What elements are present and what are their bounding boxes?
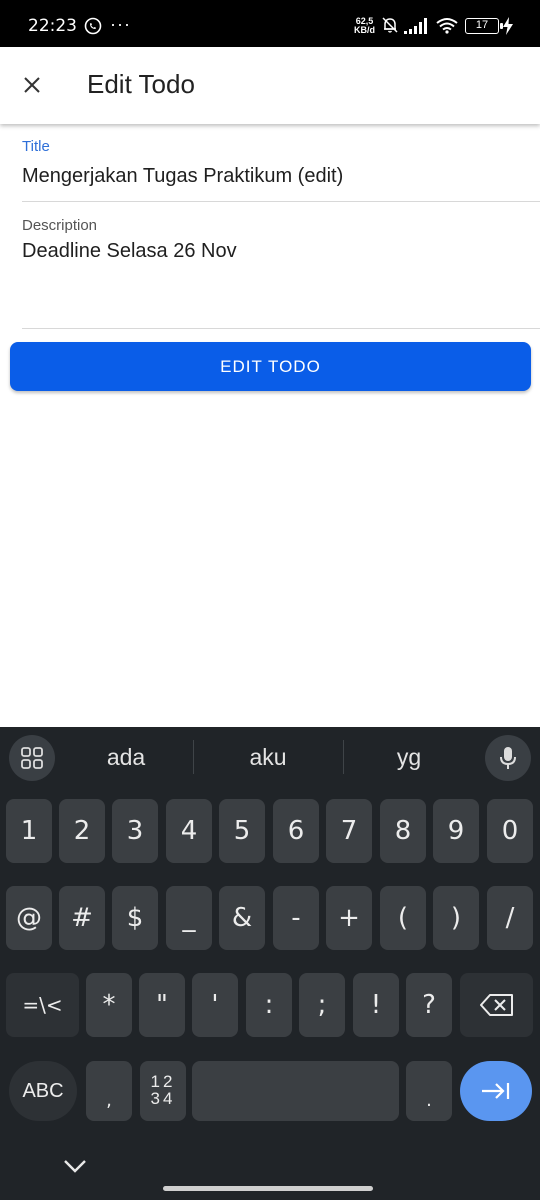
gesture-handle[interactable] [163,1186,373,1191]
signal-icon [404,18,427,34]
key-semicolon[interactable]: ; [299,973,345,1037]
suggestion-divider [343,740,344,774]
key-period[interactable]: . [406,1061,452,1121]
suggestion-item[interactable]: aku [208,744,328,771]
description-input[interactable]: Deadline Selasa 26 Nov [22,240,237,263]
chevron-down-icon[interactable] [62,1157,88,1175]
soft-keyboard: ada aku yg 1 2 3 4 5 6 7 8 9 0 @ # $ _ &… [0,727,540,1200]
key-underscore[interactable]: _ [166,886,212,950]
key-5[interactable]: 5 [219,799,265,863]
bell-off-icon [382,17,398,33]
grid-icon [21,747,43,769]
whatsapp-icon [84,17,102,35]
status-more: ··· [110,14,131,34]
space-key[interactable] [192,1061,399,1121]
page-title: Edit Todo [87,69,195,99]
tab-next-icon [482,1083,510,1099]
battery-level: 17 [475,19,489,31]
suggestion-item[interactable]: yg [349,744,469,771]
status-bar: 22:23 ··· 62,5 KB/d 17 [0,0,540,47]
net-speed: 62,5 KB/d [354,17,375,35]
keyboard-menu-button[interactable] [9,735,55,781]
backspace-key[interactable] [460,973,533,1037]
description-field[interactable]: Description Deadline Selasa 26 Nov [22,202,540,329]
key-6[interactable]: 6 [273,799,319,863]
numpad-top-label: 12 [150,1072,176,1091]
status-time: 22:23 [28,16,77,36]
key-colon[interactable]: : [246,973,292,1037]
suggestion-item[interactable]: ada [66,744,186,771]
key-1[interactable]: 1 [6,799,52,863]
key-9[interactable]: 9 [433,799,479,863]
key-dollar[interactable]: $ [112,886,158,950]
key-double-quote[interactable]: " [139,973,185,1037]
close-icon [24,77,40,93]
key-minus[interactable]: - [273,886,319,950]
voice-input-button[interactable] [485,735,531,781]
key-7[interactable]: 7 [326,799,372,863]
battery-icon: 17 [465,18,503,34]
key-close-paren[interactable]: ) [433,886,479,950]
key-plus[interactable]: + [326,886,372,950]
key-exclamation[interactable]: ! [353,973,399,1037]
next-key[interactable] [460,1061,532,1121]
key-open-paren[interactable]: ( [380,886,426,950]
key-question[interactable]: ? [406,973,452,1037]
title-label: Title [22,138,50,155]
description-label: Description [22,217,98,234]
charging-icon [503,17,513,35]
key-ampersand[interactable]: & [219,886,265,950]
key-8[interactable]: 8 [380,799,426,863]
title-field[interactable]: Title Mengerjakan Tugas Praktikum (edit) [22,124,540,202]
key-numpad[interactable]: 12 34 [140,1061,186,1121]
key-comma[interactable]: , [86,1061,132,1121]
wifi-icon [436,18,458,34]
title-input[interactable]: Mengerjakan Tugas Praktikum (edit) [22,165,343,188]
close-button[interactable] [14,67,50,103]
suggestion-bar: ada aku yg [0,727,540,787]
edit-todo-button[interactable]: EDIT TODO [10,342,531,391]
key-asterisk[interactable]: * [86,973,132,1037]
numpad-bottom-label: 34 [150,1089,176,1108]
key-0[interactable]: 0 [487,799,533,863]
backspace-icon [479,994,513,1016]
microphone-icon [500,747,516,769]
key-hash[interactable]: # [59,886,105,950]
key-4[interactable]: 4 [166,799,212,863]
key-more-symbols[interactable]: =\< [6,973,79,1037]
net-speed-unit: KB/d [354,25,375,35]
key-single-quote[interactable]: ' [192,973,238,1037]
key-at[interactable]: @ [6,886,52,950]
key-slash[interactable]: / [487,886,533,950]
suggestion-divider [193,740,194,774]
key-abc[interactable]: ABC [9,1061,77,1121]
key-3[interactable]: 3 [112,799,158,863]
app-bar: Edit Todo [0,47,540,124]
key-2[interactable]: 2 [59,799,105,863]
